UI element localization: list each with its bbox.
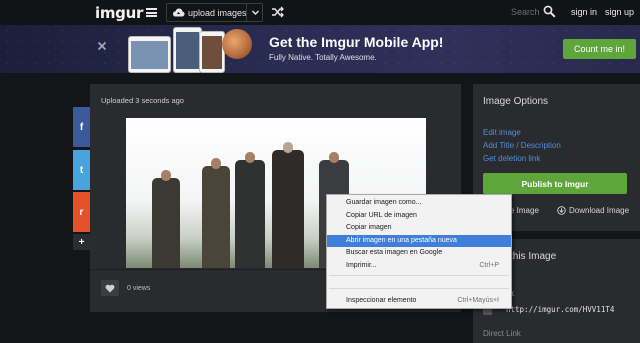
banner-title: Get the Imgur Mobile App! [269,34,444,50]
context-menu-item-search-google[interactable]: Buscar esta imagen en Google [327,247,511,260]
search-icon[interactable] [543,5,556,18]
count-me-in-button[interactable]: Count me in! [563,39,636,59]
context-menu-item-label: Buscar esta imagen en Google [346,249,443,256]
phone-image [128,36,171,73]
embed-image-link[interactable]: e Image [510,206,539,215]
menu-icon[interactable] [146,8,157,17]
view-count: 0 views [127,285,151,292]
close-icon[interactable] [97,41,107,51]
imgur-logo[interactable]: imgur [95,4,143,22]
chevron-down-icon[interactable] [251,8,260,17]
context-menu-item-inspect[interactable]: Inspeccionar elemento Ctrl+Mayús+I [327,295,511,308]
context-menu-item-copy-image[interactable]: Copiar imagen [327,222,511,235]
more-share-button[interactable]: + [73,234,90,250]
image-options-title: Image Options [483,96,549,107]
context-menu-item-open-image-new-tab[interactable]: Abrir imagen en una pestaña nueva [327,234,511,247]
context-menu-item-label: Copiar URL de imagen [346,211,417,219]
like-button[interactable] [101,280,119,296]
share-panel-title: this Image [510,251,557,262]
context-menu-item-label: Imprimir... [346,261,377,269]
context-menu-item-label: Copiar imagen [346,224,392,231]
download-icon [557,206,566,215]
image-link-field[interactable]: http://imgur.com/HVV11T4 [506,305,614,314]
top-nav: imgur upload images Search sign in sign … [0,0,640,25]
context-menu-item-print[interactable]: Imprimir... Ctrl+P [327,260,511,273]
facebook-icon: f [79,121,84,133]
sign-in-link[interactable]: sign in [571,7,597,17]
cloud-upload-icon [173,8,185,17]
sign-up-link[interactable]: sign up [605,7,634,17]
facebook-share-button[interactable]: f [73,107,90,147]
context-menu-item-save-image[interactable]: Guardar imagen como... [327,197,511,210]
download-image-link[interactable]: Download Image [569,206,629,215]
phone-image [199,31,225,73]
context-menu-item-label: Abrir imagen en una pestaña nueva [346,236,457,244]
get-deletion-link[interactable]: Get deletion link [483,154,540,163]
reddit-share-button[interactable]: r [73,192,90,232]
edit-image-link[interactable]: Edit image [483,128,521,137]
twitter-icon: t [79,164,84,176]
add-title-description-link[interactable]: Add Title / Description [483,141,561,150]
phone-image [173,27,202,73]
banner-subtitle: Fully Native. Totally Awesome. [269,53,377,62]
upload-images-label: upload images [188,7,247,18]
shuffle-icon[interactable] [271,6,284,18]
context-menu-item-copy-image-url[interactable]: Copiar URL de imagen [327,210,511,223]
upload-images-button[interactable]: upload images [166,3,263,22]
context-menu-divider [329,275,509,276]
context-menu-item-label: Guardar imagen como... [346,199,422,206]
search-input[interactable]: Search [511,7,540,17]
direct-link-label: Direct Link [483,329,521,338]
publish-to-imgur-button[interactable]: Publish to Imgur [483,173,627,194]
context-menu-item-label: Inspeccionar elemento [346,297,417,304]
heart-icon [105,284,115,292]
planet-image [222,29,252,59]
mobile-app-banner: Get the Imgur Mobile App! Fully Native. … [0,25,640,73]
plus-icon: + [78,236,85,248]
reddit-icon: r [79,206,84,218]
twitter-share-button[interactable]: t [73,150,90,190]
context-menu-shortcut: Ctrl+Mayús+I [457,297,499,304]
context-menu-shortcut: Ctrl+P [479,261,499,269]
upload-timestamp: Uploaded 3 seconds ago [101,96,184,105]
context-menu: Guardar imagen como... Copiar URL de ima… [326,194,512,309]
context-menu-divider [329,288,509,289]
